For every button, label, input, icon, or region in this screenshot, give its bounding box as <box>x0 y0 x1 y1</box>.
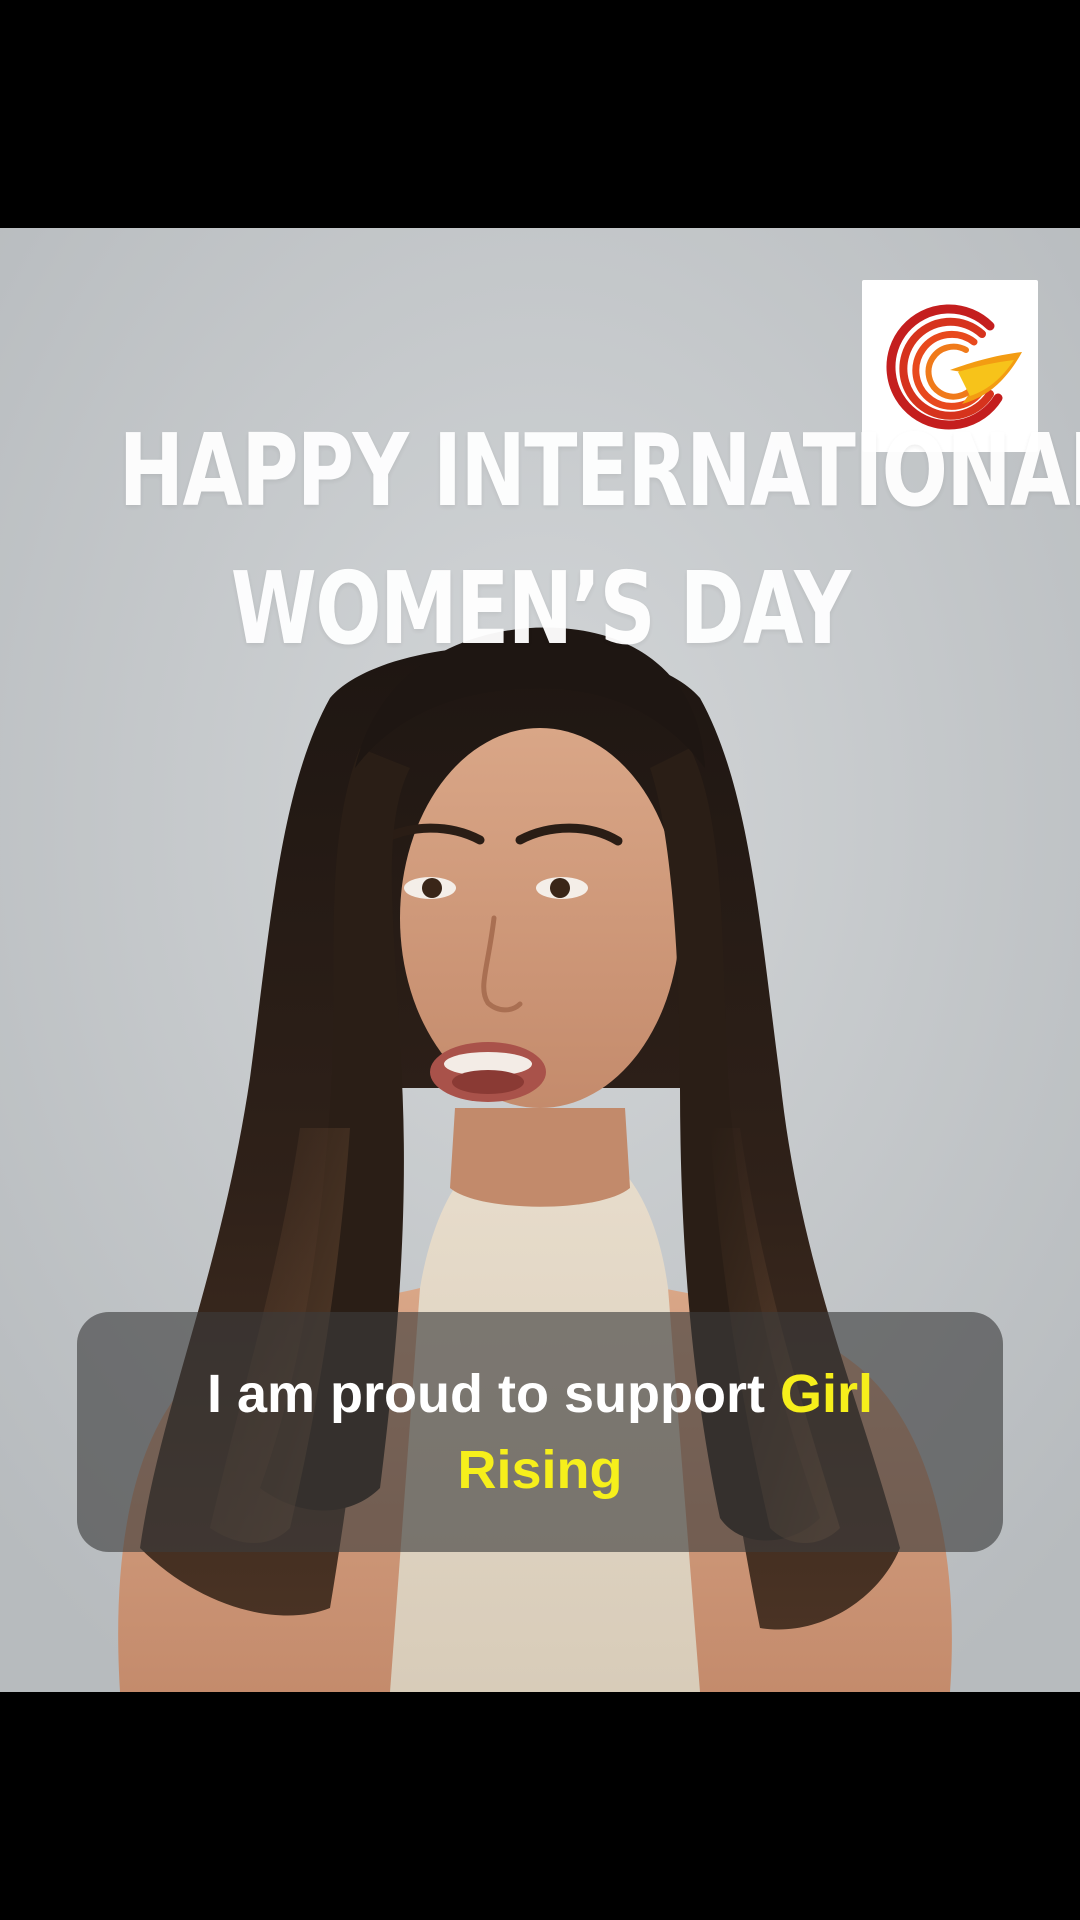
caption-highlight-rising: Rising <box>457 1440 623 1500</box>
subtitle-caption: I am proud to support Girl Rising <box>77 1312 1003 1552</box>
headline-line-2: WOMEN’S DAY <box>230 550 851 667</box>
caption-text: I am proud to support Girl Rising <box>77 1356 1003 1508</box>
headline-title: HAPPY INTERNATIONAL WOMEN’S DAY <box>118 402 1080 678</box>
caption-highlight-girl: Girl <box>779 1364 873 1424</box>
headline-line-1: HAPPY INTERNATIONAL <box>118 412 1080 529</box>
caption-plain-text: I am proud to support <box>206 1364 765 1424</box>
video-frame: HAPPY INTERNATIONAL WOMEN’S DAY I am pro… <box>0 0 1080 1920</box>
